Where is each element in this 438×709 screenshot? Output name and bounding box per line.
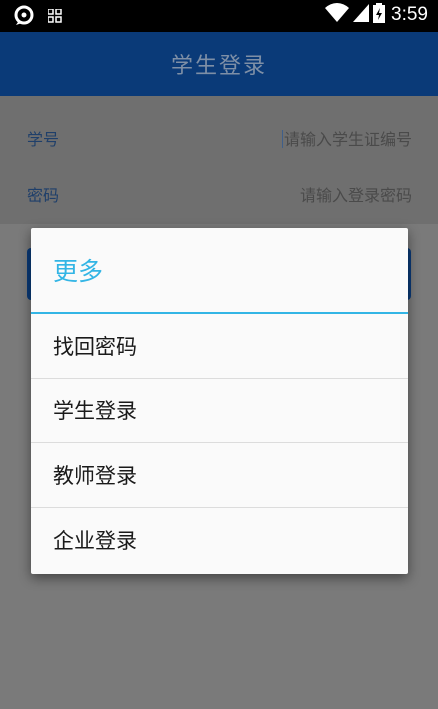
option-label: 找回密码	[53, 334, 137, 359]
page-title: 学生登录	[170, 54, 267, 79]
status-bar-left	[14, 5, 62, 29]
password-input[interactable]: 请输入登录密码	[300, 182, 412, 206]
more-dialog: 更多 找回密码 学生登录 教师登录 企业登录	[31, 228, 408, 574]
grid-icon	[47, 7, 62, 27]
status-time: 3:59	[391, 4, 428, 25]
student-id-placeholder: 请输入学生证编号	[283, 130, 412, 149]
password-placeholder: 请输入登录密码	[299, 186, 412, 205]
option-student-login[interactable]: 学生登录	[31, 379, 408, 443]
login-form: 学号 请输入学生证编号 密码 请输入登录密码	[0, 96, 438, 224]
option-label: 教师登录	[53, 463, 137, 488]
status-bar: 3:59	[0, 0, 438, 32]
student-id-input[interactable]: 请输入学生证编号	[281, 126, 412, 150]
signal-icon	[353, 4, 370, 26]
battery-icon	[373, 3, 386, 27]
option-recover-password[interactable]: 找回密码	[31, 314, 408, 379]
option-teacher-login[interactable]: 教师登录	[31, 443, 408, 508]
student-id-field[interactable]: 学号 请输入学生证编号	[0, 102, 438, 158]
dialog-title: 更多	[53, 257, 104, 286]
option-enterprise-login[interactable]: 企业登录	[31, 508, 408, 573]
option-label: 企业登录	[53, 528, 137, 553]
status-bar-right: 3:59	[325, 3, 428, 27]
app-bar: 学生登录	[0, 32, 438, 96]
wifi-icon	[325, 3, 350, 27]
password-field[interactable]: 密码 请输入登录密码	[0, 158, 438, 214]
app-notification-icon	[14, 5, 34, 29]
password-label: 密码	[27, 186, 60, 205]
student-id-label: 学号	[27, 130, 60, 149]
text-cursor	[281, 130, 283, 148]
option-label: 学生登录	[53, 399, 137, 424]
dialog-header: 更多	[31, 228, 408, 314]
